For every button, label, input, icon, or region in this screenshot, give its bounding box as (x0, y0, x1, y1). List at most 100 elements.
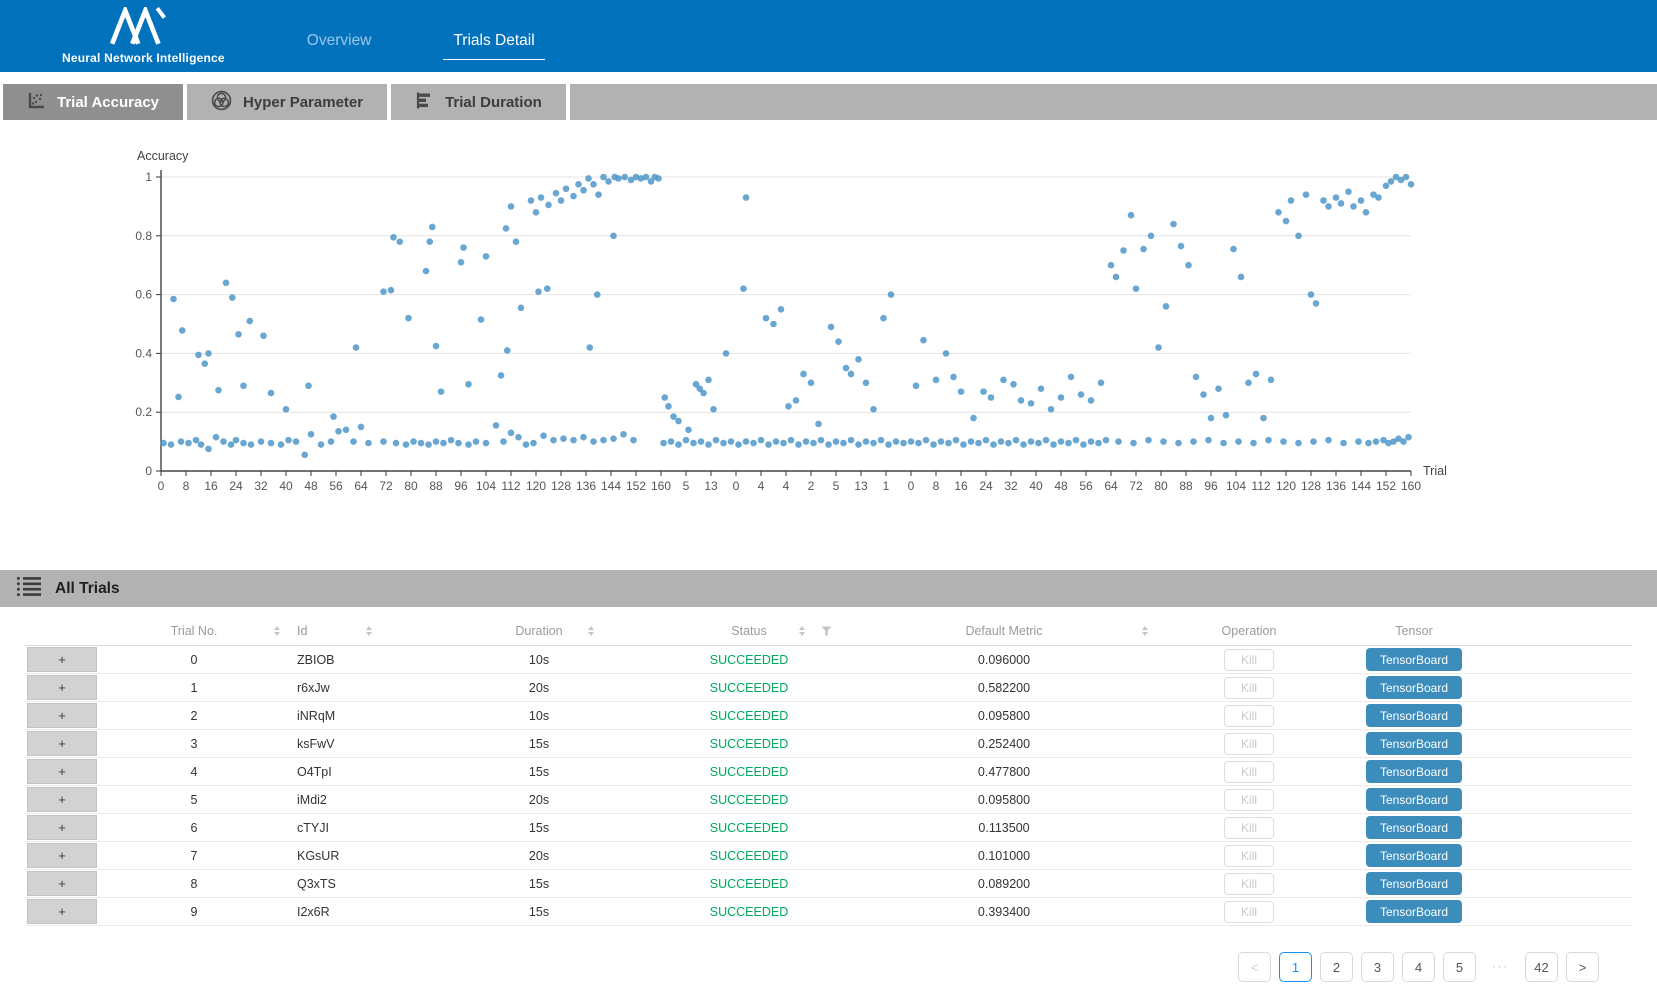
kill-button[interactable]: Kill (1224, 649, 1274, 671)
scatter-point[interactable] (1133, 285, 1140, 292)
row-expand-button[interactable]: + (27, 815, 97, 840)
scatter-point[interactable] (448, 437, 455, 444)
scatter-point[interactable] (1088, 438, 1095, 445)
scatter-point[interactable] (683, 437, 690, 444)
scatter-point[interactable] (975, 440, 982, 447)
scatter-point[interactable] (544, 285, 551, 292)
scatter-point[interactable] (863, 380, 870, 387)
scatter-point[interactable] (675, 441, 682, 448)
scatter-point[interactable] (1280, 438, 1287, 445)
scatter-point[interactable] (170, 296, 177, 303)
pagination-page-42[interactable]: 42 (1525, 952, 1558, 982)
scatter-point[interactable] (500, 438, 507, 445)
kill-button[interactable]: Kill (1224, 705, 1274, 727)
scatter-point[interactable] (660, 440, 667, 447)
scatter-point[interactable] (460, 244, 467, 251)
scatter-point[interactable] (705, 377, 712, 384)
scatter-point[interactable] (788, 437, 795, 444)
filter-icon-status[interactable] (821, 626, 832, 636)
scatter-point[interactable] (780, 440, 787, 447)
scatter-point[interactable] (795, 441, 802, 448)
scatter-point[interactable] (229, 294, 236, 301)
scatter-point[interactable] (675, 418, 682, 425)
tensorboard-button[interactable]: TensorBoard (1366, 732, 1462, 755)
scatter-point[interactable] (920, 337, 927, 344)
scatter-point[interactable] (1073, 437, 1080, 444)
scatter-point[interactable] (1013, 437, 1020, 444)
scatter-point[interactable] (743, 194, 750, 201)
scatter-point[interactable] (1120, 247, 1127, 254)
scatter-point[interactable] (855, 356, 862, 363)
scatter-point[interactable] (528, 197, 535, 204)
scatter-point[interactable] (1355, 438, 1362, 445)
scatter-point[interactable] (1108, 262, 1115, 269)
scatter-point[interactable] (258, 438, 265, 445)
scatter-point[interactable] (888, 291, 895, 298)
scatter-point[interactable] (1028, 438, 1035, 445)
scatter-point[interactable] (1043, 437, 1050, 444)
scatter-point[interactable] (1220, 440, 1227, 447)
scatter-point[interactable] (1005, 440, 1012, 447)
scatter-point[interactable] (665, 403, 672, 410)
scatter-point[interactable] (713, 437, 720, 444)
scatter-point[interactable] (770, 321, 777, 328)
scatter-point[interactable] (440, 440, 447, 447)
scatter-point[interactable] (508, 429, 515, 436)
scatter-point[interactable] (810, 440, 817, 447)
scatter-point[interactable] (643, 174, 650, 181)
tensorboard-button[interactable]: TensorBoard (1366, 760, 1462, 783)
pagination-page-2[interactable]: 2 (1320, 952, 1353, 982)
scatter-point[interactable] (1193, 374, 1200, 381)
scatter-point[interactable] (1223, 412, 1230, 419)
scatter-point[interactable] (523, 441, 530, 448)
scatter-point[interactable] (240, 440, 247, 447)
scatter-point[interactable] (570, 193, 577, 200)
scatter-point[interactable] (958, 388, 965, 395)
sort-icon-default-metric[interactable] (1142, 626, 1148, 636)
scatter-point[interactable] (563, 185, 570, 192)
scatter-point[interactable] (1080, 441, 1087, 448)
scatter-point[interactable] (1400, 438, 1407, 445)
nav-tab-overview[interactable]: Overview (297, 12, 382, 60)
scatter-point[interactable] (233, 437, 240, 444)
scatter-point[interactable] (575, 181, 582, 188)
scatter-point[interactable] (535, 288, 542, 295)
tensorboard-button[interactable]: TensorBoard (1366, 648, 1462, 671)
scatter-point[interactable] (1115, 438, 1122, 445)
scatter-point[interactable] (950, 374, 957, 381)
pagination-page-1[interactable]: 1 (1279, 952, 1312, 982)
scatter-point[interactable] (1160, 438, 1167, 445)
scatter-point[interactable] (538, 194, 545, 201)
scatter-point[interactable] (503, 225, 510, 232)
scatter-point[interactable] (808, 380, 815, 387)
scatter-point[interactable] (828, 324, 835, 331)
scatter-point[interactable] (750, 440, 757, 447)
scatter-point[interactable] (283, 406, 290, 413)
scatter-point[interactable] (938, 438, 945, 445)
scatter-point[interactable] (285, 437, 292, 444)
scatter-point[interactable] (661, 394, 668, 401)
kill-button[interactable]: Kill (1224, 761, 1274, 783)
scatter-point[interactable] (1308, 291, 1315, 298)
scatter-point[interactable] (278, 441, 285, 448)
scatter-point[interactable] (848, 437, 855, 444)
scatter-point[interactable] (1253, 371, 1260, 378)
scatter-point[interactable] (220, 438, 227, 445)
scatter-point[interactable] (720, 440, 727, 447)
scatter-point[interactable] (390, 234, 397, 241)
scatter-point[interactable] (953, 437, 960, 444)
scatter-point[interactable] (818, 437, 825, 444)
scatter-point[interactable] (1128, 212, 1135, 219)
tensorboard-button[interactable]: TensorBoard (1366, 676, 1462, 699)
scatter-point[interactable] (335, 428, 342, 435)
scatter-point[interactable] (185, 440, 192, 447)
scatter-point[interactable] (380, 288, 387, 295)
scatter-point[interactable] (1205, 437, 1212, 444)
scatter-point[interactable] (1078, 391, 1085, 398)
scatter-point[interactable] (1148, 233, 1155, 240)
scatter-point[interactable] (763, 315, 770, 322)
scatter-point[interactable] (350, 438, 357, 445)
kill-button[interactable]: Kill (1224, 733, 1274, 755)
scatter-point[interactable] (1020, 441, 1027, 448)
scatter-point[interactable] (1238, 274, 1245, 281)
